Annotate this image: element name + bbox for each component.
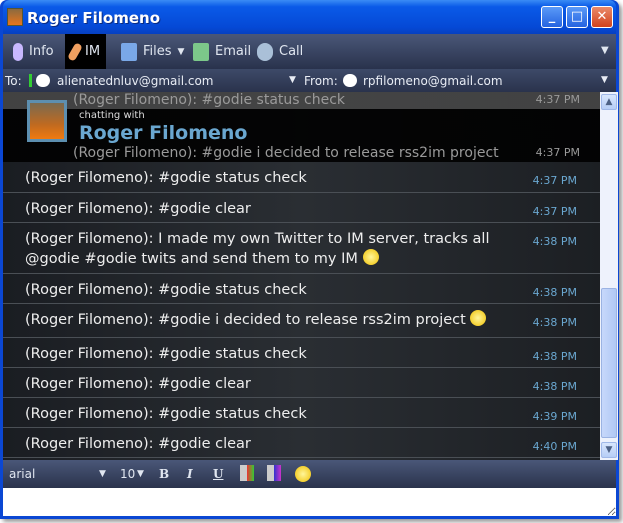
smiley-emoticon-icon [362,249,379,265]
underline-button[interactable]: U [213,467,223,481]
chat-scrollbar[interactable]: ▲ ▼ [600,92,618,460]
to-label: To: [5,74,22,88]
gtalk-icon [36,74,50,87]
font-dropdown-icon[interactable]: ▼ [99,469,106,479]
message-text: (Roger Filomeno): I made my own Twitter … [25,231,490,267]
from-dropdown-icon[interactable]: ▼ [601,75,608,85]
message-row: (Roger Filomeno): #godie status check 4:3… [3,398,600,428]
files-icon [121,42,137,61]
scroll-down-button[interactable]: ▼ [601,442,617,458]
toolbar-im[interactable]: IM [65,34,107,69]
window-title: Roger Filomeno [27,9,161,27]
message-time: 4:38 PM [532,316,577,329]
message-time: 4:40 PM [532,440,577,453]
message-text: (Roger Filomeno): #godie status check [25,282,307,298]
message-text: (Roger Filomeno): #godie status check [25,170,307,186]
lightbulb-icon [13,42,23,61]
status-online-icon [29,74,32,87]
toolbar: Info IM Files ▼ Email Call ▼ [3,34,616,69]
size-dropdown-icon[interactable]: ▼ [137,469,144,479]
minimize-button[interactable]: _ [541,6,563,28]
message-text: (Roger Filomeno): #godie clear [25,436,251,452]
message-time: 4:38 PM [532,235,577,248]
label: Call [279,44,304,59]
chevron-down-icon: ▼ [177,46,185,57]
toolbar-call[interactable]: Call [251,34,309,69]
label: IM [85,44,101,59]
scroll-thumb[interactable] [601,288,617,438]
message-time: 4:39 PM [532,410,577,423]
chat-header: chatting with Roger Filomeno [3,92,600,162]
bold-button[interactable]: B [159,467,169,481]
italic-button[interactable]: I [187,467,193,481]
title-bar: Roger Filomeno _ □ ✕ [3,0,616,34]
message-text: (Roger Filomeno): #godie clear [25,376,251,392]
message-row: (Roger Filomeno): #godie status check 4:3… [3,274,600,304]
message-time: 4:37 PM [532,174,577,187]
message-text: (Roger Filomeno): #godie i decided to re… [25,312,466,328]
label: Files [143,44,172,59]
font-select[interactable]: arial [9,467,35,481]
from-label: From: [304,74,338,88]
message-input[interactable] [3,488,616,516]
to-dropdown-icon[interactable]: ▼ [289,75,296,85]
contact-avatar-icon [7,8,23,26]
message-time: 4:38 PM [532,350,577,363]
gtalk-icon [343,74,357,87]
chatting-with-label: chatting with [79,110,145,121]
contact-avatar [27,100,67,142]
pencil-icon [67,41,83,62]
maximize-button[interactable]: □ [566,6,588,28]
to-account[interactable]: alienatednluv@gmail.com [57,74,214,88]
message-text: (Roger Filomeno): #godie status check [25,406,307,422]
size-select[interactable]: 10 [120,467,135,481]
chat-history: chatting with Roger Filomeno (Roger Filo… [3,92,600,460]
label: Email [215,44,252,59]
text-color-icon[interactable] [240,465,254,481]
message-text: (Roger Filomeno): #godie clear [25,201,251,217]
message-row: (Roger Filomeno): #godie clear 4:37 PM [3,193,600,223]
message-row: (Roger Filomeno): #godie clear 4:40 PM [3,428,600,458]
background-color-icon[interactable] [267,465,281,481]
format-bar: arial ▼ 10 ▼ B I U [3,460,616,488]
emoticon-icon[interactable] [295,466,311,482]
toolbar-overflow-icon[interactable]: ▼ [601,45,609,56]
message-time: 4:37 PM [532,205,577,218]
smiley-emoticon-icon [470,310,487,326]
im-window: Roger Filomeno _ □ ✕ Info IM Files ▼ Emai… [0,0,619,519]
message-time: 4:38 PM [532,380,577,393]
toolbar-info[interactable]: Info [7,34,60,69]
message-text: (Roger Filomeno): #godie status check [25,346,307,362]
label: Info [29,44,54,59]
email-icon [193,42,209,61]
message-row: (Roger Filomeno): I made my own Twitter … [3,223,600,274]
message-time: 4:38 PM [532,286,577,299]
from-account[interactable]: rpfilomeno@gmail.com [363,74,503,88]
close-button[interactable]: ✕ [591,6,613,28]
message-row: (Roger Filomeno): #godie status check 4:3… [3,162,600,193]
address-bar: To: alienatednluv@gmail.com ▼ From: rpfi… [3,69,616,92]
toolbar-email[interactable]: Email [187,34,257,69]
message-row: (Roger Filomeno): #godie status check 4:3… [3,338,600,368]
scroll-up-button[interactable]: ▲ [601,94,617,110]
webcam-icon [257,42,273,61]
message-row: (Roger Filomeno): #godie i decided to re… [3,304,600,338]
toolbar-files[interactable]: Files ▼ [115,34,190,69]
contact-name: Roger Filomeno [79,122,248,144]
message-row: (Roger Filomeno): #godie clear 4:38 PM [3,368,600,398]
